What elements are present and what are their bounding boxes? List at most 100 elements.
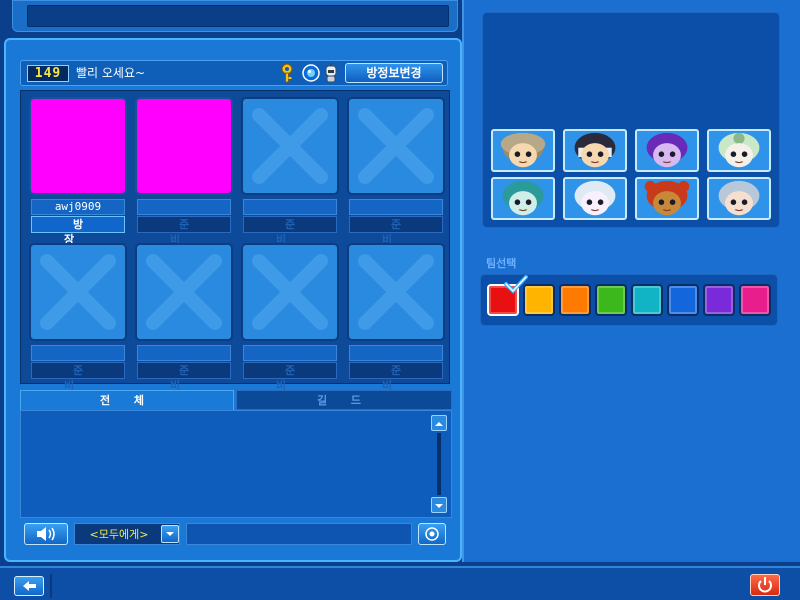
slot-closed[interactable] xyxy=(135,243,233,341)
closed-x-icon xyxy=(252,254,328,330)
key-icon xyxy=(281,63,293,83)
slot-status-ready: 준 비 xyxy=(31,362,125,392)
team-color-picker xyxy=(480,274,778,326)
scroll-up-icon xyxy=(435,422,443,426)
tab-all[interactable]: 전 체 xyxy=(20,390,234,410)
character-grid xyxy=(491,129,775,223)
change-room-info-button[interactable]: 방정보변경 xyxy=(345,63,443,83)
player-slot[interactable]: awj0909 방 장 xyxy=(29,97,127,246)
player-slot[interactable]: 준 비 xyxy=(135,97,233,246)
team-color-option[interactable] xyxy=(487,275,528,316)
team-color-option[interactable] xyxy=(667,284,699,316)
power-icon xyxy=(758,577,772,593)
speaker-icon xyxy=(37,527,55,541)
player-slot[interactable]: 준 비 xyxy=(241,97,339,246)
character-option[interactable] xyxy=(563,129,627,172)
bear-character-icon xyxy=(644,180,690,216)
team-color-option[interactable] xyxy=(703,284,735,316)
character-preview xyxy=(482,12,780,228)
character-option[interactable] xyxy=(563,177,627,220)
slot-status-ready: 준 비 xyxy=(243,362,337,392)
scroll-down-icon xyxy=(435,504,443,508)
slot-closed[interactable] xyxy=(347,97,445,195)
green-helmet-character-icon xyxy=(718,132,760,168)
slot-player-name xyxy=(349,199,443,215)
slot-closed[interactable] xyxy=(241,97,339,195)
player-slot[interactable]: 준 비 xyxy=(135,243,233,392)
exit-button[interactable] xyxy=(750,574,780,596)
scrollbar-track[interactable] xyxy=(437,433,441,495)
room-header: 149 빨리 오세요~ 방정보변경 xyxy=(20,60,448,86)
slot-player-name xyxy=(349,345,443,361)
team-color-option[interactable] xyxy=(631,284,663,316)
player-slots: awj0909 방 장준 비준 비준 비준 비준 비준 비준 비 xyxy=(20,90,450,392)
character-option[interactable] xyxy=(707,177,771,220)
bottom-bar-divider xyxy=(50,574,52,598)
slot-character-image[interactable] xyxy=(29,97,127,195)
closed-x-icon xyxy=(358,254,434,330)
slot-player-name xyxy=(137,345,231,361)
scroll-up-button[interactable] xyxy=(431,415,447,431)
player-slot[interactable]: 준 비 xyxy=(29,243,127,392)
slot-character-image[interactable] xyxy=(135,97,233,195)
emote-icon xyxy=(425,527,439,541)
silver-haired-character-icon xyxy=(718,180,760,216)
back-arrow-icon xyxy=(23,581,36,591)
character-option[interactable] xyxy=(707,129,771,172)
team-color-option[interactable] xyxy=(523,284,555,316)
slot-status-ready: 준 비 xyxy=(137,362,231,392)
slot-closed[interactable] xyxy=(347,243,445,341)
robot-icon xyxy=(325,63,337,83)
speaker-button[interactable] xyxy=(24,523,68,545)
slot-status-ready: 준 비 xyxy=(349,362,443,392)
teal-haired-character-icon xyxy=(502,180,544,216)
purple-haired-character-icon xyxy=(646,132,688,168)
tab-guild[interactable]: 길 드 xyxy=(236,390,452,410)
slot-status-ready: 준 비 xyxy=(349,216,443,246)
chat-input[interactable] xyxy=(186,523,412,545)
back-button[interactable] xyxy=(14,576,44,596)
team-color-option[interactable] xyxy=(739,284,771,316)
team-color-option[interactable] xyxy=(595,284,627,316)
emote-button[interactable] xyxy=(418,523,446,545)
room-title: 빨리 오세요~ xyxy=(76,66,146,80)
slot-player-name xyxy=(243,345,337,361)
player-slot[interactable]: 준 비 xyxy=(347,243,445,392)
white-haired-character-icon xyxy=(574,180,616,216)
player-slot[interactable]: 준 비 xyxy=(241,243,339,392)
chat-log xyxy=(20,410,452,518)
player-slot[interactable]: 준 비 xyxy=(347,97,445,246)
room-panel: 149 빨리 오세요~ 방정보변경 awj0909 방 장준 비준 비준 비준 비… xyxy=(4,38,462,562)
closed-x-icon xyxy=(40,254,116,330)
slot-player-name xyxy=(137,199,231,215)
masked-character-icon xyxy=(574,132,616,168)
chat-input-row: <모두에게> xyxy=(20,520,452,550)
room-number: 149 xyxy=(27,65,69,82)
scroll-down-button[interactable] xyxy=(431,497,447,513)
character-option[interactable] xyxy=(635,177,699,220)
team-color-option[interactable] xyxy=(559,284,591,316)
slot-player-name xyxy=(31,345,125,361)
character-option[interactable] xyxy=(635,129,699,172)
slot-closed[interactable] xyxy=(29,243,127,341)
closed-x-icon xyxy=(146,254,222,330)
character-option[interactable] xyxy=(491,177,555,220)
character-option[interactable] xyxy=(491,129,555,172)
globe-icon xyxy=(302,64,320,82)
bottom-bar xyxy=(0,566,800,600)
slot-player-name xyxy=(243,199,337,215)
closed-x-icon xyxy=(358,108,434,184)
chat-target-dropdown-button[interactable] xyxy=(161,525,179,543)
slot-closed[interactable] xyxy=(241,243,339,341)
closed-x-icon xyxy=(252,108,328,184)
slot-status-ready: 준 비 xyxy=(137,216,231,246)
slot-status-host: 방 장 xyxy=(31,216,125,246)
top-bar xyxy=(12,0,458,32)
slot-status-ready: 준 비 xyxy=(243,216,337,246)
chat-target-select[interactable]: <모두에게> xyxy=(74,523,180,545)
chat-area: 전 체 길 드 xyxy=(20,390,452,518)
chat-target-value: <모두에게> xyxy=(89,528,149,541)
mushroom-character-icon xyxy=(500,132,546,168)
chevron-down-icon xyxy=(166,532,174,536)
slot-player-name: awj0909 xyxy=(31,199,125,215)
